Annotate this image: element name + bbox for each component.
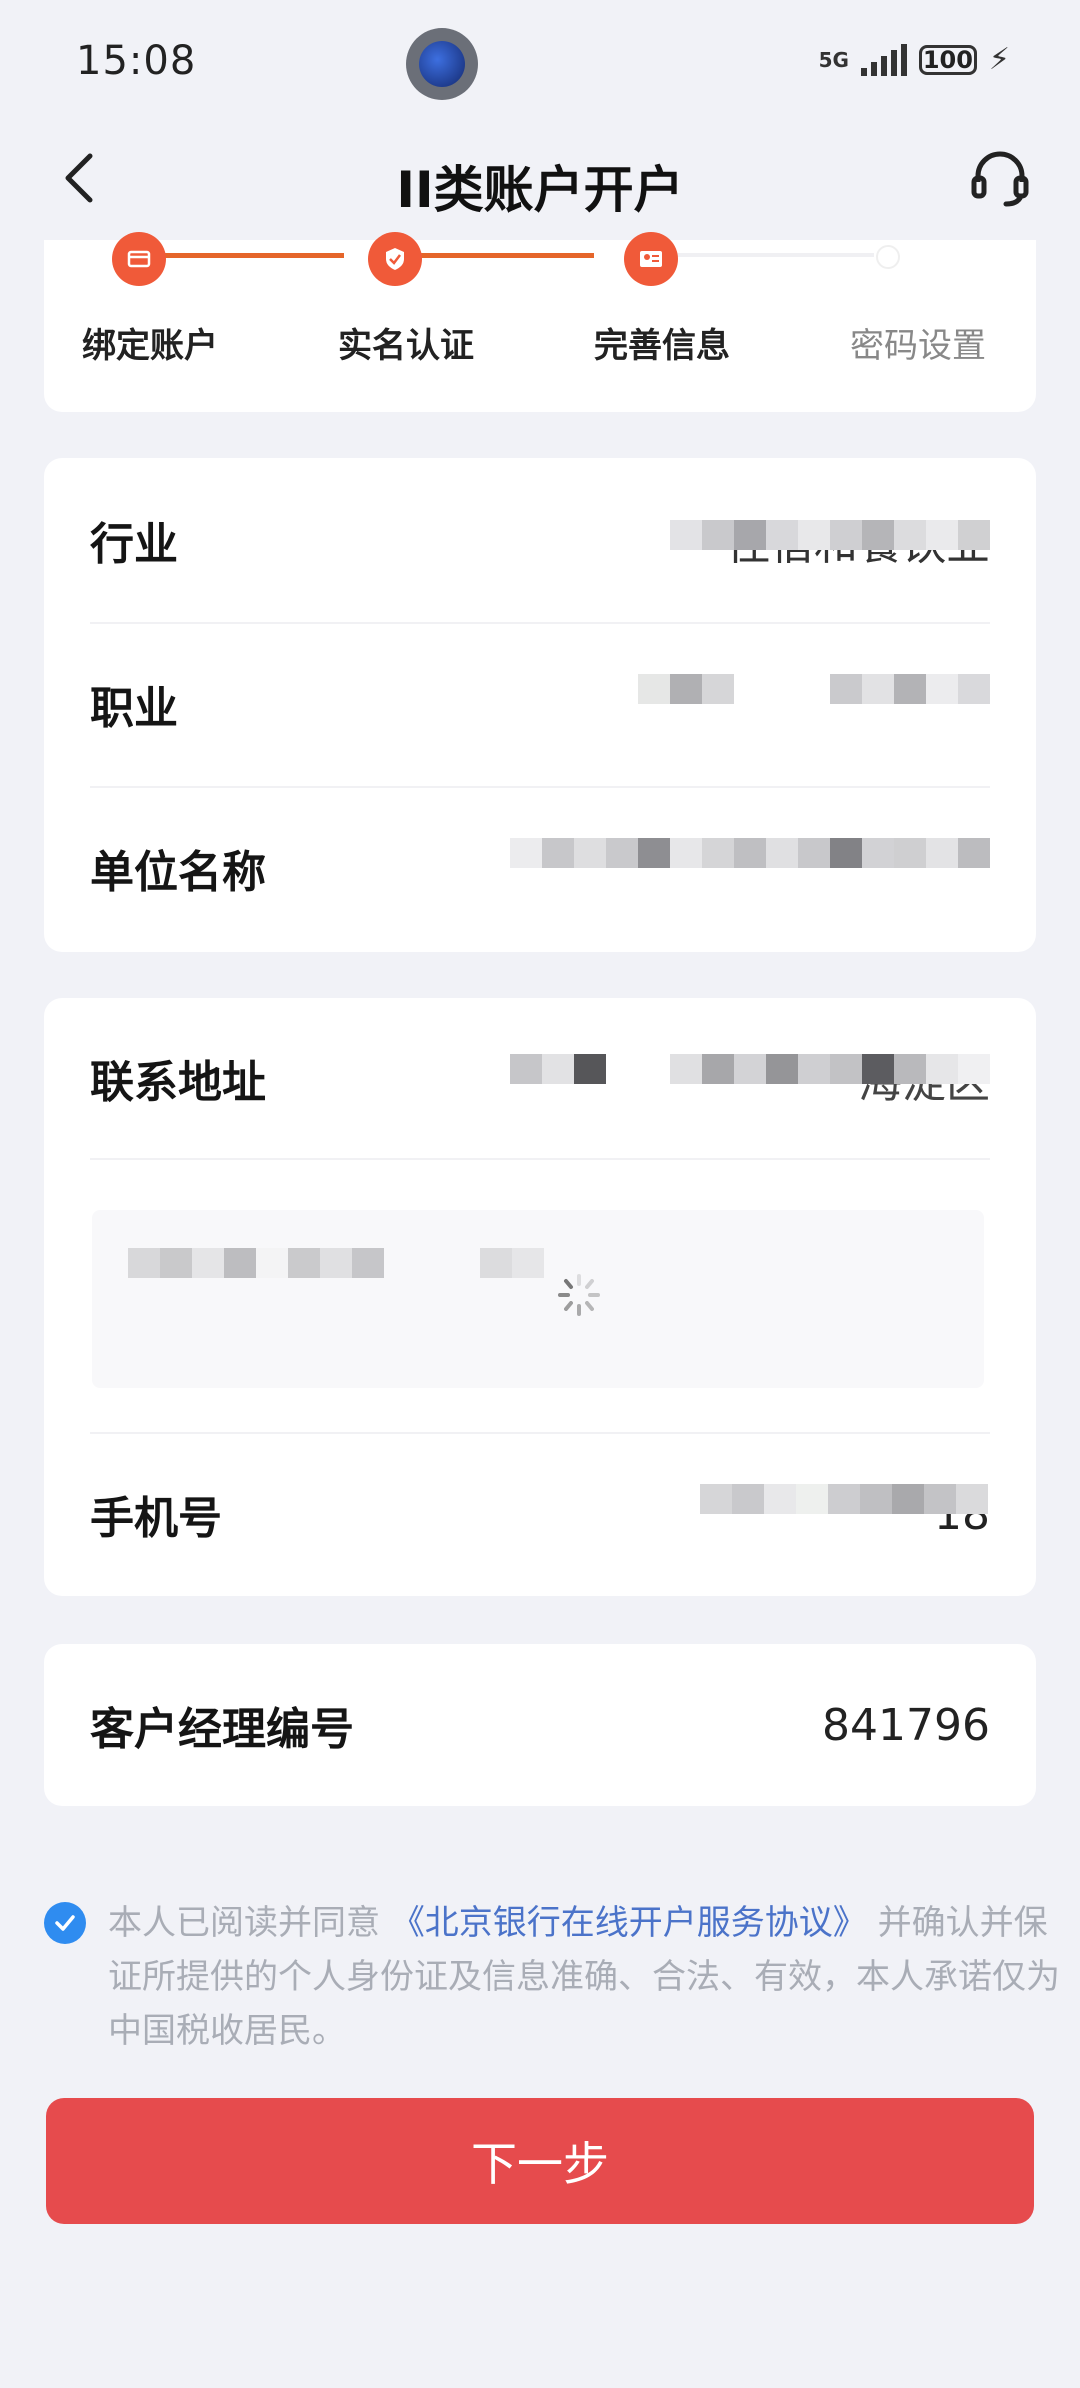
step-connector — [644, 253, 874, 257]
loading-spinner-icon — [558, 1274, 600, 1316]
phone-label: 手机号 — [90, 1493, 222, 1544]
app-notification-icon — [406, 28, 478, 100]
masked-value — [128, 1248, 568, 1308]
headset-icon[interactable] — [968, 146, 1032, 210]
step-label: 密码设置 — [850, 326, 986, 366]
battery-level: 100 — [922, 45, 973, 74]
steps-track — [112, 232, 1014, 286]
agreement-text: 本人已阅读并同意 《北京银行在线开户服务协议》 并确认并保证所提供的个人身份证及… — [108, 1896, 1068, 2058]
masked-value — [510, 838, 990, 898]
step-connector — [144, 253, 344, 258]
step-label: 绑定账户 — [82, 326, 218, 366]
masked-value — [700, 1484, 990, 1544]
detail-address-field[interactable] — [92, 1210, 984, 1388]
masked-value — [670, 520, 990, 580]
battery-icon: 100 — [918, 44, 977, 75]
step-pending-dot — [876, 245, 900, 269]
agreement-checkbox[interactable] — [44, 1902, 86, 1944]
signal-icon — [860, 43, 907, 76]
industry-label: 行业 — [90, 519, 178, 570]
network-label: 5G — [818, 47, 849, 72]
address-label: 联系地址 — [90, 1057, 266, 1108]
address-row[interactable]: 联系地址 海淀区 — [90, 998, 990, 1158]
profile-card-icon — [624, 232, 678, 286]
nav-bar: II类账户开户 — [0, 130, 1080, 230]
progress-steps: 绑定账户 实名认证 完善信息 密码设置 — [44, 232, 1036, 412]
employer-label: 单位名称 — [90, 847, 266, 898]
contact-info-card: 联系地址 海淀区 手机号 18 — [44, 998, 1036, 1596]
divider — [90, 1158, 990, 1160]
employer-row[interactable]: 单位名称 — [90, 786, 990, 950]
masked-value — [638, 674, 990, 734]
occupation-row[interactable]: 职业 — [90, 622, 990, 786]
masked-value — [510, 1054, 990, 1114]
status-bar: 15:08 5G 100 ⚡ — [0, 0, 1080, 120]
agreement-prefix: 本人已阅读并同意 — [108, 1903, 380, 1943]
page-title: II类账户开户 — [396, 161, 684, 219]
manager-card: 客户经理编号 841796 — [44, 1644, 1036, 1806]
bind-account-icon — [112, 232, 166, 286]
service-agreement-link[interactable]: 《北京银行在线开户服务协议》 — [391, 1903, 867, 1943]
charging-icon: ⚡ — [988, 42, 1010, 77]
checkmark-icon — [55, 1915, 75, 1931]
status-indicators: 5G 100 ⚡ — [819, 42, 1010, 77]
verified-shield-icon — [368, 232, 422, 286]
industry-row[interactable]: 行业 住宿和餐饮业 — [90, 458, 990, 622]
manager-id-row[interactable]: 客户经理编号 841796 — [90, 1644, 990, 1806]
manager-id-value[interactable]: 841796 — [822, 1700, 990, 1751]
phone-row[interactable]: 手机号 18 — [90, 1432, 990, 1596]
step-connector — [394, 253, 594, 258]
step-label: 完善信息 — [594, 326, 730, 366]
status-time: 15:08 — [76, 38, 197, 84]
step-label: 实名认证 — [338, 326, 474, 366]
occupation-label: 职业 — [90, 683, 178, 734]
manager-id-label: 客户经理编号 — [90, 1704, 354, 1755]
next-step-button[interactable]: 下一步 — [46, 2098, 1034, 2224]
job-info-card: 行业 住宿和餐饮业 职业 单位名称 — [44, 458, 1036, 952]
